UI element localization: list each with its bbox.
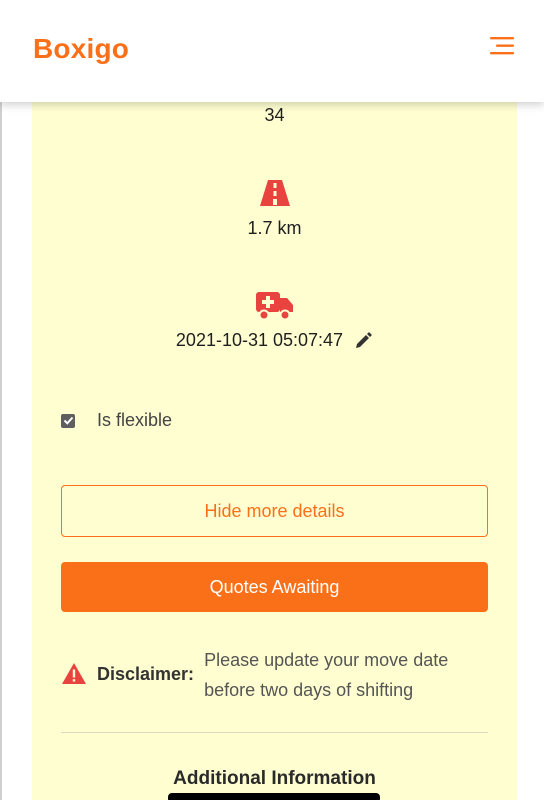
distance-value: 1.7 km: [247, 218, 302, 238]
quotes-awaiting-button[interactable]: Quotes Awaiting: [61, 562, 488, 612]
hamburger-menu-icon[interactable]: [488, 34, 516, 58]
additional-info-title: Additional Information: [173, 768, 376, 789]
hide-details-button[interactable]: Hide more details: [61, 485, 488, 537]
scrollbar-thumb[interactable]: [0, 0, 2, 800]
move-date-row: 2021-10-31 05:07:47: [32, 330, 517, 351]
warning-triangle-icon: [61, 662, 87, 685]
road-icon: [258, 178, 292, 213]
disclaimer: Disclaimer: Please update your move date…: [61, 645, 491, 705]
left-scrollbar[interactable]: [0, 0, 14, 800]
count-value: 34: [264, 105, 285, 125]
flexible-checkbox[interactable]: [61, 413, 75, 428]
top-header: Boxigo: [0, 0, 544, 102]
disclaimer-text: Please update your move date before two …: [204, 650, 449, 700]
flexible-label: Is flexible: [97, 410, 173, 430]
pencil-icon[interactable]: [353, 331, 373, 351]
black-bar: [168, 793, 380, 800]
truck-medical-icon: [255, 290, 295, 327]
disclaimer-label: Disclaimer:: [97, 664, 195, 684]
divider: [61, 732, 488, 733]
brand-logo[interactable]: Boxigo: [33, 33, 129, 65]
move-date-value: 2021-10-31 05:07:47: [175, 330, 344, 350]
flexible-row: Is flexible: [61, 410, 172, 431]
